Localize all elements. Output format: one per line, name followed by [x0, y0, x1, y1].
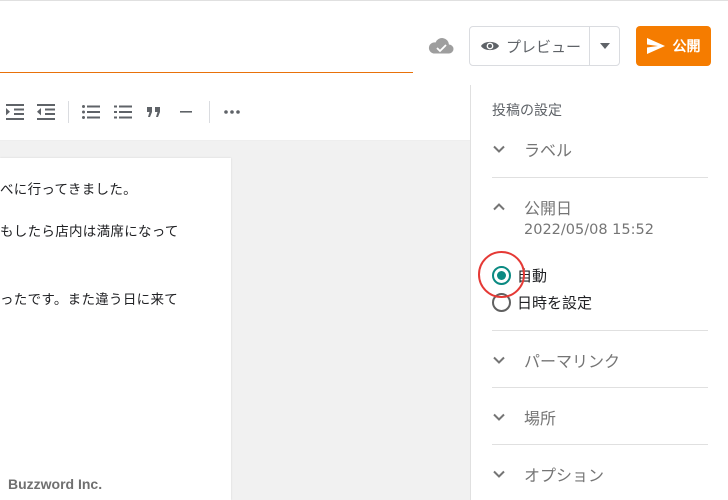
top-bar: プレビュー 公開	[0, 0, 728, 85]
sidebar-item-label-text: ラベル	[524, 141, 573, 160]
divider	[492, 330, 708, 331]
sidebar-item-options-text: オプション	[524, 466, 605, 485]
sidebar-item-location[interactable]: 場所	[492, 405, 708, 429]
outdent-icon[interactable]	[37, 102, 55, 122]
divider	[492, 444, 708, 445]
publish-label: 公開	[672, 39, 701, 55]
bulleted-list-icon[interactable]	[82, 102, 100, 122]
sidebar-item-label[interactable]: ラベル	[492, 137, 708, 161]
numbered-list-icon[interactable]	[114, 102, 132, 122]
radio-set-datetime-label: 日時を設定	[517, 294, 593, 312]
sidebar-title: 投稿の設定	[492, 103, 562, 119]
horizontal-rule-icon[interactable]	[180, 102, 192, 122]
divider	[492, 387, 708, 388]
sidebar-item-location-text: 場所	[524, 409, 557, 428]
more-icon[interactable]	[224, 102, 240, 122]
chevron-down-icon	[599, 43, 610, 49]
editor-document[interactable]: べに行ってきました。 もしたら店内は満席になって ったです。また違う日に来て	[0, 158, 231, 500]
toolbar-separator	[209, 101, 210, 123]
publish-date-value: 2022/05/08 15:52	[524, 222, 654, 238]
send-icon	[646, 38, 665, 54]
preview-button[interactable]: プレビュー	[470, 27, 590, 65]
preview-label: プレビュー	[506, 37, 582, 56]
sidebar-item-publish-date-text: 公開日	[524, 199, 573, 218]
preview-dropdown-button[interactable]	[590, 27, 619, 65]
chevron-down-icon	[493, 145, 505, 153]
chevron-down-icon	[493, 356, 505, 364]
divider	[492, 177, 708, 178]
eye-icon	[481, 41, 499, 51]
highlight-circle	[478, 251, 525, 298]
publish-button[interactable]: 公開	[636, 26, 711, 66]
title-input-underline[interactable]	[0, 72, 413, 73]
sidebar-item-publish-date[interactable]: 公開日	[492, 195, 708, 219]
editor-paragraph[interactable]: もしたら店内は満席になって	[0, 220, 179, 240]
preview-button-group: プレビュー	[469, 26, 620, 66]
sidebar-item-permalink[interactable]: パーマリンク	[492, 348, 708, 372]
editor-toolbar	[0, 85, 470, 141]
watermark: Buzzword Inc.	[8, 476, 103, 492]
editor-paragraph[interactable]: べに行ってきました。	[0, 178, 137, 198]
editor-paragraph[interactable]: ったです。また違う日に来て	[0, 288, 178, 308]
cloud-saved-icon	[428, 38, 454, 54]
chevron-up-icon	[493, 203, 505, 211]
sidebar-item-options[interactable]: オプション	[492, 462, 708, 486]
quote-icon[interactable]	[147, 102, 161, 122]
chevron-down-icon	[493, 470, 505, 478]
chevron-down-icon	[493, 413, 505, 421]
sidebar-item-permalink-text: パーマリンク	[524, 352, 621, 371]
indent-icon[interactable]	[6, 102, 24, 122]
toolbar-separator	[68, 101, 69, 123]
